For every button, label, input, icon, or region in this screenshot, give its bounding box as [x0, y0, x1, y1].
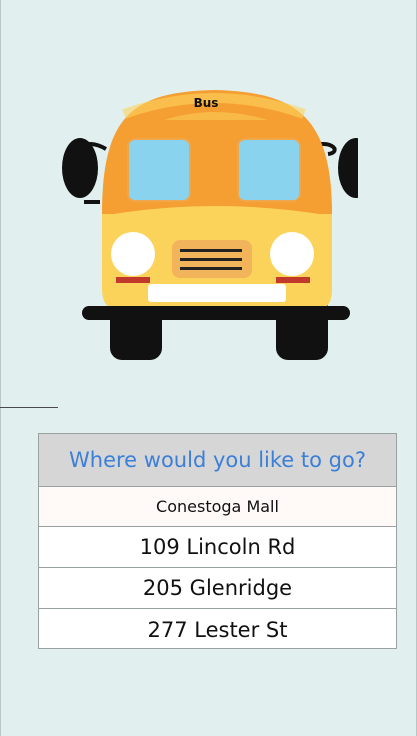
- left-window: [127, 138, 191, 202]
- right-mirror: [338, 138, 374, 198]
- destination-prompt: Where would you like to go?: [39, 434, 396, 487]
- left-mirror: [62, 138, 98, 198]
- bumper: [82, 306, 350, 320]
- right-indicator: [276, 277, 310, 283]
- license-plate: [148, 284, 286, 302]
- right-headlight: [270, 232, 314, 276]
- destination-option-109-lincoln-rd[interactable]: 109 Lincoln Rd: [39, 527, 396, 568]
- bus-graphic: [62, 90, 374, 360]
- right-window: [237, 138, 301, 202]
- bus-illustration: Bus: [54, 84, 374, 370]
- left-headlight: [111, 232, 155, 276]
- destination-option-conestoga-mall[interactable]: Conestoga Mall: [39, 487, 396, 527]
- left-indicator: [116, 277, 150, 283]
- destination-option-277-lester-st[interactable]: 277 Lester St: [39, 609, 396, 650]
- divider: [0, 407, 58, 408]
- destination-picker: Where would you like to go? Conestoga Ma…: [38, 433, 397, 649]
- bus-label: Bus: [193, 96, 219, 110]
- left-edge: [0, 0, 1, 736]
- destination-option-205-glenridge[interactable]: 205 Glenridge: [39, 568, 396, 609]
